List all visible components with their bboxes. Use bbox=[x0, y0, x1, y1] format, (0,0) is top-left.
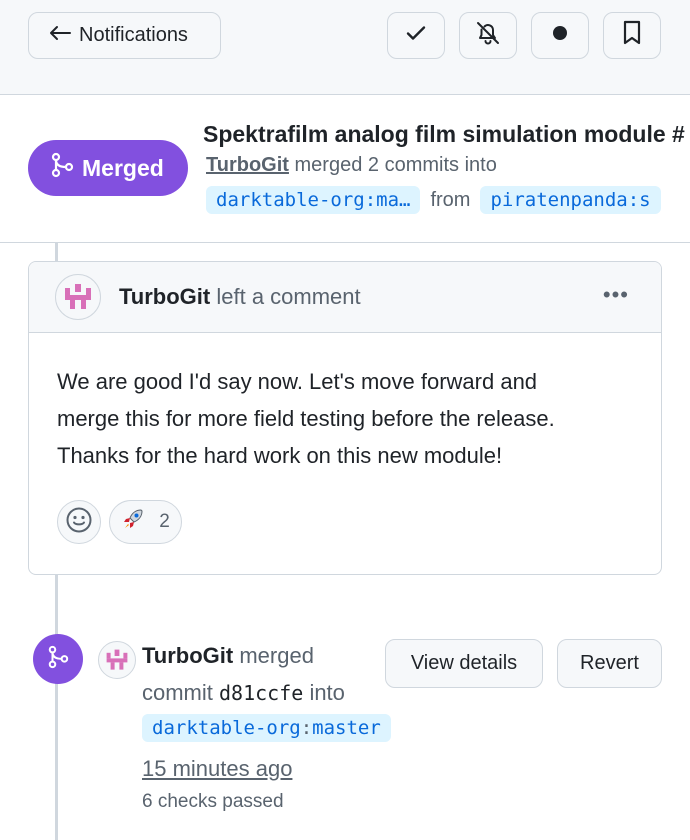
checks-status[interactable]: 6 checks passed bbox=[142, 791, 284, 813]
pr-merge-summary: TurboGit merged 2 commits into bbox=[206, 154, 497, 177]
dot-icon bbox=[551, 24, 569, 47]
add-reaction-button[interactable] bbox=[57, 500, 101, 544]
avatar[interactable] bbox=[55, 274, 101, 320]
merge-target-branch[interactable]: darktable-org:master bbox=[142, 714, 391, 742]
bell-slash-icon bbox=[474, 19, 502, 52]
reaction-count: 2 bbox=[159, 511, 170, 532]
avatar[interactable] bbox=[98, 641, 136, 679]
comment-author[interactable]: TurboGit bbox=[119, 284, 210, 309]
pr-title: Spektrafilm analog film simulation modul… bbox=[203, 121, 685, 147]
arrow-left-icon bbox=[49, 24, 71, 47]
notification-toolbar: Notifications bbox=[0, 0, 690, 95]
commit-prefix: commit bbox=[142, 680, 213, 705]
mark-unread-button[interactable] bbox=[531, 12, 589, 59]
pr-branch-row: darktable-org:ma… from piratenpanda:s bbox=[206, 186, 661, 214]
merged-status-badge: Merged bbox=[28, 140, 188, 196]
pr-merged-text: merged 2 commits into bbox=[294, 154, 497, 176]
revert-button[interactable]: Revert bbox=[557, 639, 662, 688]
base-branch-label[interactable]: darktable-org:ma… bbox=[206, 186, 421, 214]
branch-name: master bbox=[312, 717, 381, 739]
comment-body: We are good I'd say now. Let's move forw… bbox=[29, 333, 661, 474]
bookmark-icon bbox=[621, 20, 643, 51]
merge-event-badge bbox=[33, 634, 83, 684]
view-details-button[interactable]: View details bbox=[385, 639, 543, 688]
comment-header: TurboGit left a comment ••• bbox=[29, 262, 661, 333]
git-merge-icon bbox=[47, 645, 69, 674]
merged-status-label: Merged bbox=[82, 154, 164, 181]
comment-card: TurboGit left a comment ••• We are good … bbox=[28, 261, 662, 575]
unsubscribe-button[interactable] bbox=[459, 12, 517, 59]
git-merge-icon bbox=[50, 152, 74, 184]
commit-sha-link[interactable]: d81ccfe bbox=[219, 681, 303, 705]
rocket-reaction-button[interactable]: 2 bbox=[109, 500, 182, 544]
rocket-icon bbox=[121, 507, 145, 537]
check-icon bbox=[404, 21, 428, 50]
merge-author[interactable]: TurboGit bbox=[142, 643, 233, 668]
mark-done-button[interactable] bbox=[387, 12, 445, 59]
smiley-icon bbox=[65, 506, 93, 539]
reactions-bar: 2 bbox=[57, 500, 182, 544]
save-button[interactable] bbox=[603, 12, 661, 59]
merge-timestamp-link[interactable]: 15 minutes ago bbox=[142, 756, 292, 782]
comment-line: We are good I'd say now. Let's move forw… bbox=[57, 369, 538, 394]
from-text: from bbox=[430, 188, 471, 211]
branch-separator: : bbox=[300, 717, 313, 739]
header-divider bbox=[0, 242, 690, 243]
branch-owner: darktable-org bbox=[152, 717, 301, 739]
comment-action: left a comment bbox=[216, 284, 361, 309]
comment-line: Thanks for the hard work on this new mod… bbox=[57, 443, 503, 468]
back-label: Notifications bbox=[79, 24, 188, 46]
comment-author-line: TurboGit left a comment bbox=[119, 284, 361, 310]
merge-event-commit: commit d81ccfe into bbox=[142, 680, 345, 706]
comment-line: merge this for more field testing before… bbox=[57, 406, 555, 431]
merge-event-actor: TurboGit merged bbox=[142, 643, 314, 669]
head-branch-label[interactable]: piratenpanda:s bbox=[480, 186, 661, 214]
back-to-notifications-button[interactable]: Notifications bbox=[28, 12, 221, 59]
pr-author-link[interactable]: TurboGit bbox=[206, 154, 289, 176]
merge-action: merged bbox=[239, 643, 314, 668]
kebab-menu-icon[interactable]: ••• bbox=[603, 282, 629, 308]
into-text: into bbox=[309, 680, 345, 705]
